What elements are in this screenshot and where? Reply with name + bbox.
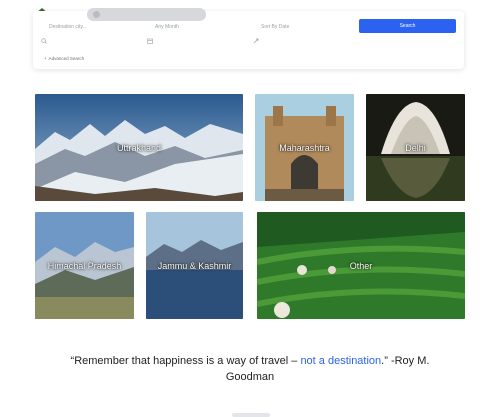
destination-name: Jammu & Kashmir xyxy=(157,260,232,271)
advanced-search-toggle[interactable]: + Advanced Search xyxy=(44,56,84,61)
travel-quote: “Remember that happiness is a way of tra… xyxy=(60,353,440,385)
quote-text-start: “Remember that happiness is a way of tra… xyxy=(70,355,301,367)
lock-icon xyxy=(93,11,100,18)
destination-card-other[interactable]: Other xyxy=(257,212,465,319)
destination-input[interactable]: Destination city... xyxy=(49,24,87,30)
destination-card-uttrakhand[interactable]: Uttrakhand xyxy=(35,94,243,201)
destination-card-delhi[interactable]: Delhi xyxy=(366,94,465,201)
destination-card-jammu-kashmir[interactable]: Jammu & Kashmir xyxy=(146,212,243,319)
destination-card-himachal-pradesh[interactable]: Himachal Pradesh xyxy=(35,212,134,319)
advanced-search-label: Advanced Search xyxy=(48,56,85,61)
destination-field[interactable]: Destination city... xyxy=(41,17,137,47)
destination-name: Maharashtra xyxy=(279,142,330,153)
address-bar[interactable] xyxy=(87,8,206,21)
month-select-label: Any Month xyxy=(155,24,179,30)
sort-select-label: Sort By Date xyxy=(261,24,290,30)
search-button[interactable]: Search xyxy=(359,19,456,33)
destination-card-maharashtra[interactable]: Maharashtra xyxy=(255,94,354,201)
destination-name: Other xyxy=(349,260,373,271)
plus-icon: + xyxy=(44,56,47,61)
destination-name: Himachal Pradesh xyxy=(47,260,122,271)
search-icon xyxy=(41,38,47,44)
destination-name: Delhi xyxy=(405,142,426,153)
destination-name: Uttrakhand xyxy=(116,142,162,153)
sort-select[interactable]: Sort By Date xyxy=(253,17,349,47)
month-select[interactable]: Any Month xyxy=(147,17,239,47)
scroll-indicator xyxy=(232,413,270,417)
quote-highlight: not a destination xyxy=(300,355,382,367)
sort-icon xyxy=(253,38,259,44)
calendar-icon xyxy=(147,38,153,44)
